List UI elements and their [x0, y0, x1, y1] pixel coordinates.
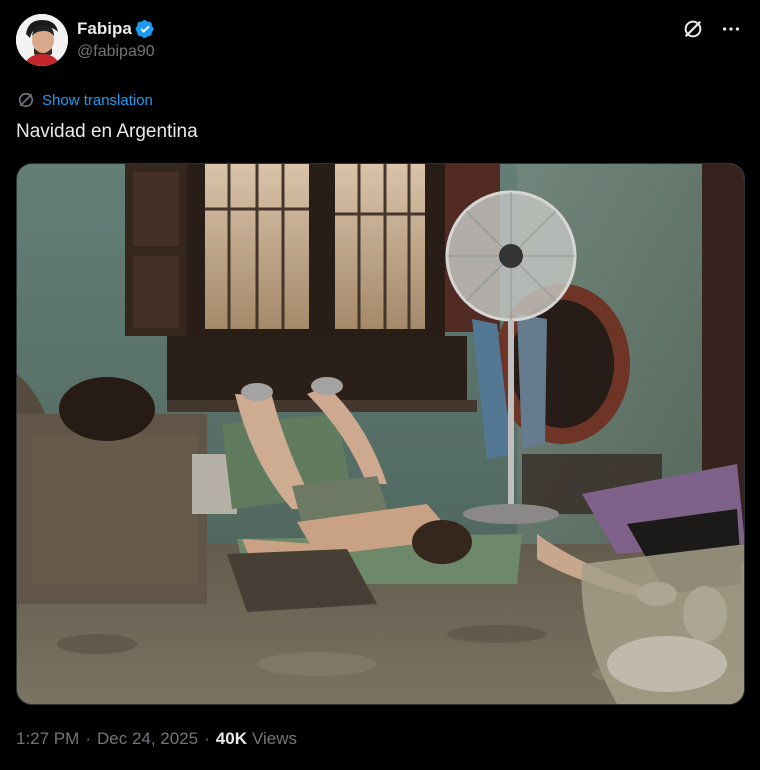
author-info: Fabipa @fabipa90	[77, 18, 155, 63]
show-translation-label: Show translation	[42, 91, 153, 109]
header-actions	[680, 16, 744, 42]
photo-scene	[17, 164, 744, 704]
avatar[interactable]	[16, 14, 68, 66]
translate-icon	[16, 90, 36, 110]
tweet-media-photo[interactable]	[16, 163, 745, 705]
verified-badge-icon[interactable]	[135, 19, 155, 39]
timestamp-date[interactable]: Dec 24, 2025	[97, 729, 198, 749]
name-row: Fabipa	[77, 18, 155, 40]
meta-separator: ·	[85, 729, 91, 748]
tweet-header: Fabipa @fabipa90	[16, 14, 744, 70]
timestamp-time[interactable]: 1:27 PM	[16, 729, 79, 749]
avatar-image	[16, 14, 68, 66]
handle[interactable]: @fabipa90	[77, 43, 155, 63]
views-count: 40K	[215, 729, 247, 748]
more-horizontal-icon[interactable]	[718, 16, 744, 42]
grok-icon[interactable]	[680, 16, 706, 42]
tweet-card: Fabipa @fabipa90 Show translation Navida…	[0, 0, 760, 770]
tweet-meta: 1:27 PM · Dec 24, 2025 · 40K Views	[16, 727, 297, 751]
views-label: Views	[251, 729, 298, 748]
display-name[interactable]: Fabipa	[77, 19, 132, 39]
meta-separator: ·	[204, 729, 210, 748]
tweet-text: Navidad en Argentina	[16, 121, 198, 142]
show-translation-link[interactable]: Show translation	[16, 90, 153, 110]
